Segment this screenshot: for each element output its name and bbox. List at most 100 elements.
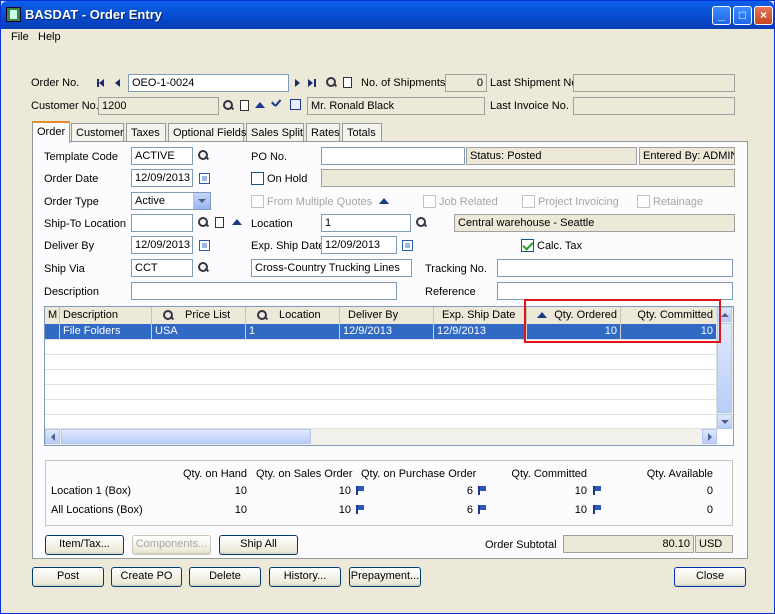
- next-record-icon[interactable]: [294, 78, 305, 89]
- drilldown-icon[interactable]: [478, 486, 486, 495]
- customer-finder-icon[interactable]: [223, 100, 234, 111]
- menu-file[interactable]: File: [11, 31, 29, 43]
- ship-to-finder-icon[interactable]: [198, 217, 209, 228]
- minimize-button[interactable]: _: [712, 6, 731, 25]
- customer-no-label: Customer No.: [31, 100, 99, 112]
- last-shipment-value: [573, 74, 735, 92]
- order-no-field[interactable]: OEO-1-0024: [128, 74, 289, 92]
- col-header-exp-ship-date[interactable]: Exp. Ship Date: [434, 307, 527, 324]
- deliver-by-label: Deliver By: [44, 240, 95, 252]
- deliver-by-calendar-icon[interactable]: [199, 240, 210, 251]
- scroll-down-button[interactable]: [717, 414, 732, 429]
- tab-taxes[interactable]: Taxes: [126, 123, 166, 142]
- location-label: Location: [251, 218, 293, 230]
- title-bar[interactable]: BASDAT - Order Entry _ □ ×: [1, 1, 774, 29]
- last-record-icon[interactable]: [308, 78, 319, 89]
- customer-no-field[interactable]: 1200: [98, 97, 219, 115]
- col-header-location[interactable]: Location: [246, 307, 340, 324]
- order-date-calendar-icon[interactable]: [199, 173, 210, 184]
- col-header-price-list[interactable]: Price List: [152, 307, 246, 324]
- tab-totals[interactable]: Totals: [342, 123, 382, 142]
- cell-exp-ship-date[interactable]: 12/9/2013: [434, 324, 527, 339]
- status-display: Status: Posted: [466, 147, 637, 165]
- location-field[interactable]: 1: [321, 214, 411, 232]
- drilldown-icon[interactable]: [593, 505, 601, 514]
- col-header-deliver-by[interactable]: Deliver By: [340, 307, 434, 324]
- close-window-button[interactable]: ×: [754, 6, 773, 25]
- project-invoicing-checkbox[interactable]: [522, 195, 535, 208]
- order-type-select[interactable]: Active: [131, 192, 211, 210]
- chevron-down-icon[interactable]: [193, 193, 210, 209]
- ship-to-zoom-icon[interactable]: [232, 218, 243, 229]
- tab-optional-fields[interactable]: Optional Fields: [168, 123, 246, 142]
- create-po-button[interactable]: Create PO: [111, 567, 182, 587]
- ship-all-button[interactable]: Ship All: [219, 535, 298, 555]
- check-edit-icon[interactable]: [271, 99, 282, 110]
- order-type-value: Active: [135, 195, 165, 207]
- components-button[interactable]: Components...: [132, 535, 211, 555]
- order-date-field[interactable]: 12/09/2013: [131, 169, 193, 187]
- tab-order[interactable]: Order: [32, 121, 70, 143]
- order-finder-icon[interactable]: [326, 77, 337, 88]
- description-field[interactable]: [131, 282, 397, 300]
- from-multiple-quotes-checkbox[interactable]: [251, 195, 264, 208]
- cell-description[interactable]: File Folders: [60, 324, 152, 339]
- grid-horizontal-scrollbar[interactable]: [45, 428, 717, 445]
- price-list-finder-icon[interactable]: [163, 310, 174, 321]
- tab-sales-split[interactable]: Sales Split: [246, 123, 304, 142]
- cell-location[interactable]: 1: [246, 324, 340, 339]
- ship-via-finder-icon[interactable]: [198, 262, 209, 273]
- on-hold-checkbox[interactable]: [251, 172, 264, 185]
- ship-via-description-field[interactable]: Cross-Country Trucking Lines: [251, 259, 412, 277]
- reference-field[interactable]: [497, 282, 733, 300]
- customer-info-icon[interactable]: [290, 99, 301, 110]
- template-finder-icon[interactable]: [198, 150, 209, 161]
- window-title: BASDAT - Order Entry: [25, 7, 162, 22]
- location-col-finder-icon[interactable]: [257, 310, 268, 321]
- new-document-icon[interactable]: [343, 77, 352, 88]
- ship-to-doc-icon[interactable]: [215, 217, 224, 228]
- close-button[interactable]: Close: [674, 567, 746, 587]
- post-button[interactable]: Post: [32, 567, 104, 587]
- po-no-field[interactable]: [321, 147, 465, 165]
- retainage-checkbox[interactable]: [637, 195, 650, 208]
- scroll-right-button[interactable]: [702, 429, 717, 444]
- prepayment-button[interactable]: Prepayment...: [349, 567, 421, 587]
- customer-doc-icon[interactable]: [240, 100, 249, 111]
- summary-header-qty-on-sales-order: Qty. on Sales Order: [256, 468, 353, 480]
- template-code-field[interactable]: ACTIVE: [131, 147, 193, 165]
- quotes-zoom-icon[interactable]: [379, 197, 390, 208]
- tab-customer[interactable]: Customer: [71, 123, 124, 142]
- scroll-left-button[interactable]: [45, 429, 60, 444]
- ship-to-location-field[interactable]: [131, 214, 193, 232]
- previous-record-icon[interactable]: [114, 78, 125, 89]
- drilldown-icon[interactable]: [593, 486, 601, 495]
- exp-ship-date-calendar-icon[interactable]: [402, 240, 413, 251]
- job-related-checkbox[interactable]: [423, 195, 436, 208]
- zoom-up-icon[interactable]: [255, 101, 266, 112]
- delete-button[interactable]: Delete: [189, 567, 261, 587]
- maximize-button[interactable]: □: [733, 6, 752, 25]
- calc-tax-checkbox[interactable]: [521, 239, 534, 252]
- exp-ship-date-field[interactable]: 12/09/2013: [321, 236, 397, 254]
- col-header-description[interactable]: Description: [60, 307, 152, 324]
- tracking-no-field[interactable]: [497, 259, 733, 277]
- table-row-empty: [45, 369, 717, 385]
- history-button[interactable]: History...: [269, 567, 341, 587]
- table-row-empty: [45, 399, 717, 415]
- drilldown-icon[interactable]: [478, 505, 486, 514]
- first-record-icon[interactable]: [97, 78, 108, 89]
- tab-rates[interactable]: Rates: [306, 123, 340, 142]
- location-finder-icon[interactable]: [416, 217, 427, 228]
- cell-deliver-by[interactable]: 12/9/2013: [340, 324, 434, 339]
- menu-help[interactable]: Help: [38, 31, 61, 43]
- summary-value-committed: 10: [574, 485, 587, 497]
- col-header-m[interactable]: M: [45, 307, 60, 324]
- calc-tax-label: Calc. Tax: [537, 240, 583, 252]
- table-row-empty: [45, 354, 717, 370]
- item-tax-button[interactable]: Item/Tax...: [45, 535, 124, 555]
- deliver-by-field[interactable]: 12/09/2013: [131, 236, 193, 254]
- h-scroll-thumb[interactable]: [61, 429, 311, 444]
- cell-price-list[interactable]: USA: [152, 324, 246, 339]
- ship-via-field[interactable]: CCT: [131, 259, 193, 277]
